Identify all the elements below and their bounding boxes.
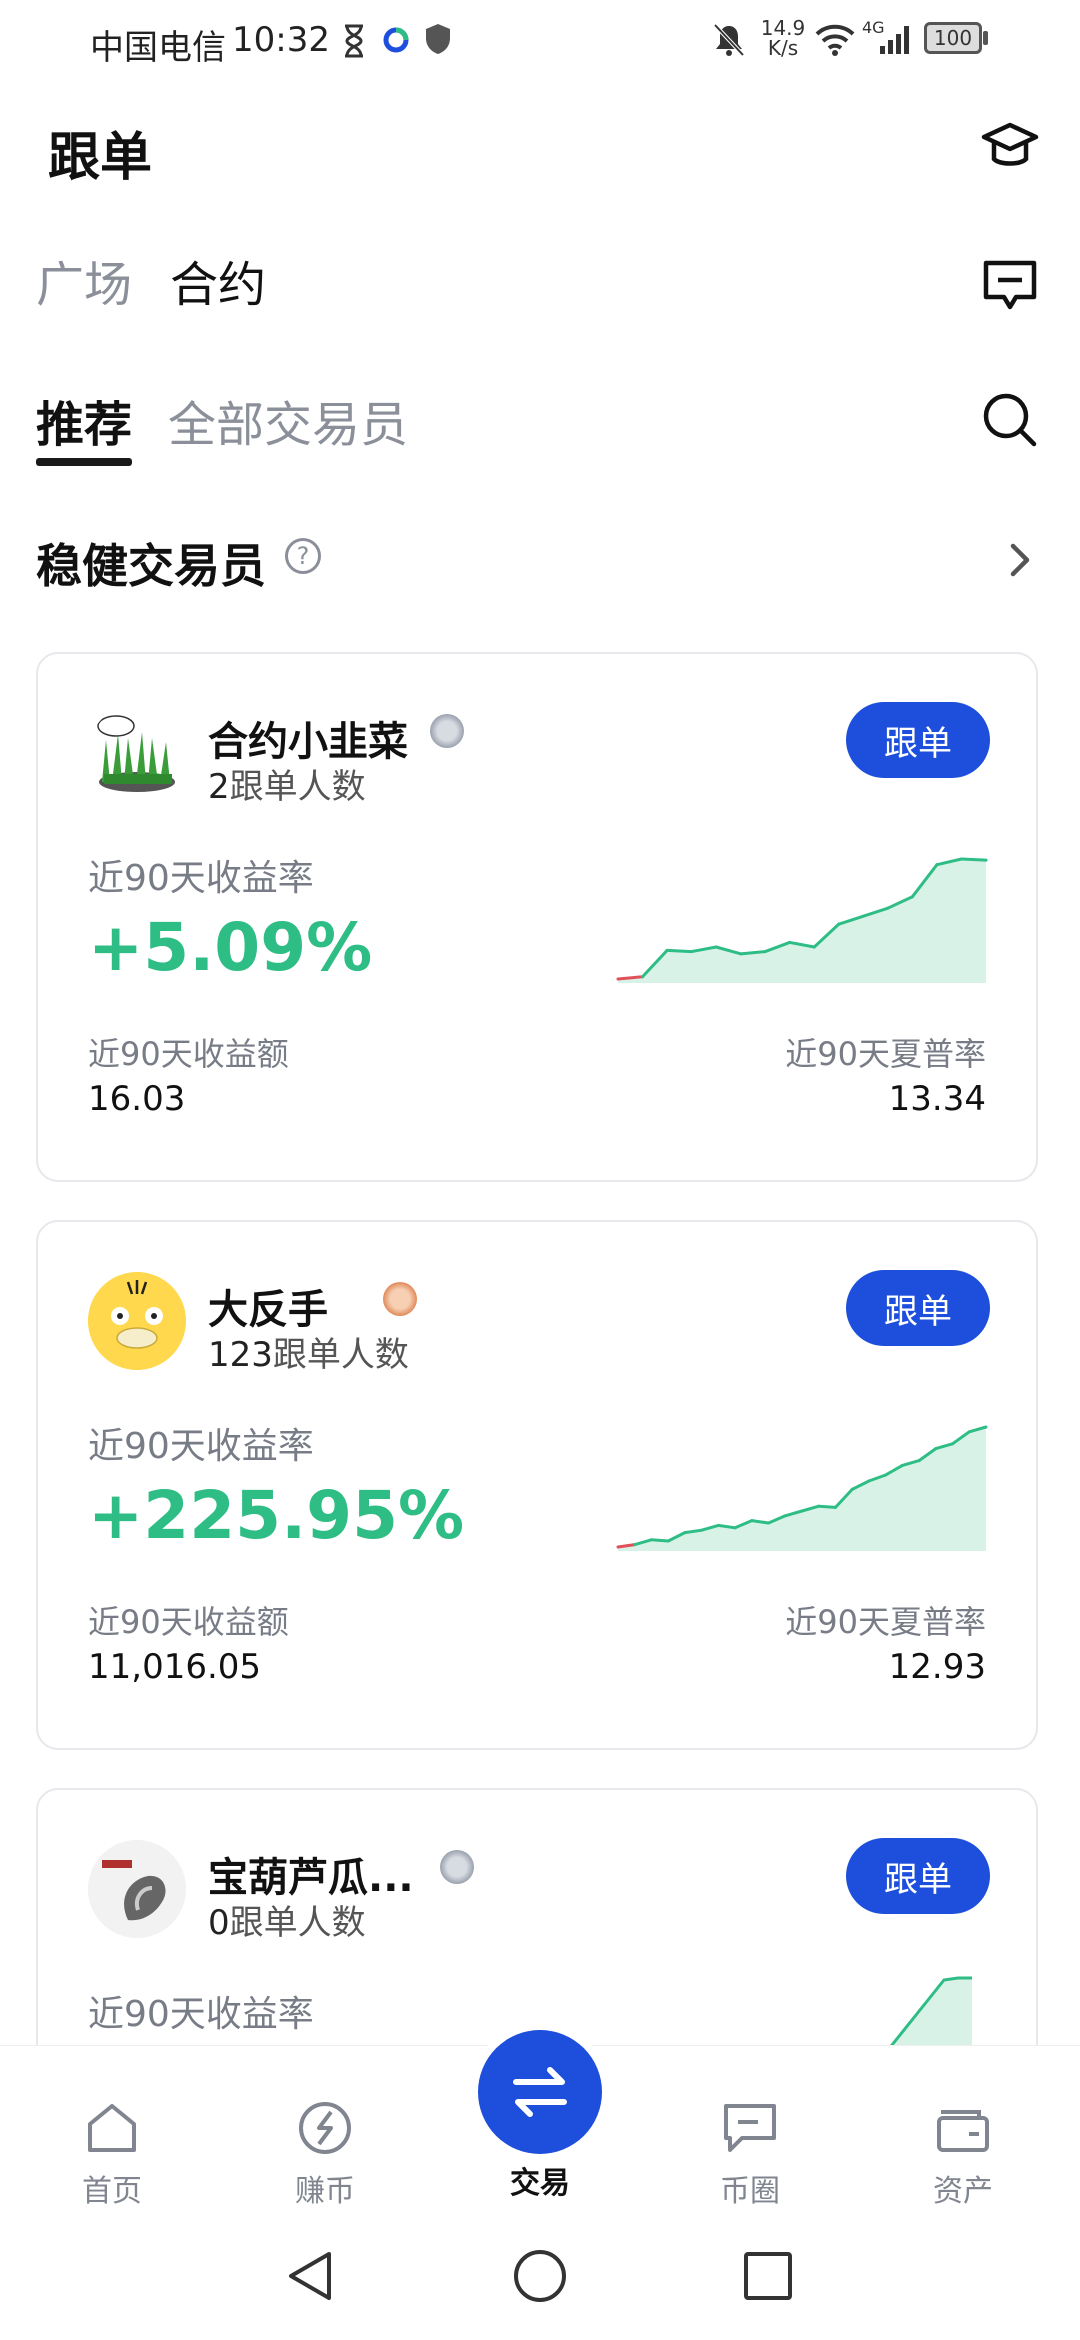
sharpe-ratio-label: 近90天夏普率	[785, 1603, 986, 1641]
sharpe-ratio-label: 近90天夏普率	[785, 1035, 986, 1073]
home-icon	[88, 2104, 136, 2152]
sparkline-segment	[817, 1504, 837, 1509]
roi-value: +5.09%	[88, 909, 373, 986]
signal-icon	[878, 22, 914, 60]
help-icon[interactable]: ?	[285, 538, 321, 574]
bottom-nav: 首页 赚币 交易 币圈 资产	[0, 2030, 1080, 2221]
chevron-right-icon[interactable]	[1005, 540, 1035, 584]
roi-sparkline	[616, 1425, 988, 1551]
shield-icon	[424, 22, 452, 60]
earn-icon	[299, 2102, 351, 2154]
sparkline-area	[618, 859, 986, 983]
silver-medal-icon	[430, 714, 464, 748]
avatar[interactable]	[88, 704, 186, 802]
net-speed: 14.9 K/s	[758, 18, 808, 58]
follow-button[interactable]: 跟单	[846, 1270, 990, 1346]
battery-tip	[983, 31, 988, 45]
community-icon	[724, 2104, 776, 2152]
follower-number: 2	[208, 767, 230, 807]
clock: 10:32	[232, 20, 330, 60]
nav-assets-label: 资产	[933, 2174, 993, 2209]
search-icon[interactable]	[980, 390, 1040, 450]
follow-button[interactable]: 跟单	[846, 1838, 990, 1914]
swap-arrows-icon	[513, 2067, 567, 2117]
bronze-medal-icon	[383, 1282, 417, 1316]
profit-amount-label: 近90天收益额	[88, 1035, 289, 1073]
roi-sparkline	[616, 857, 988, 983]
profit-amount-value: 11,016.05	[88, 1647, 262, 1687]
nav-community-label: 币圈	[720, 2174, 780, 2209]
nav-home[interactable]: 首页	[42, 2098, 182, 2210]
follower-number: 0	[208, 1903, 230, 1943]
message-icon[interactable]	[980, 255, 1040, 315]
app-indicator-icon	[382, 26, 410, 58]
status-bar: 中国电信 10:32 14.9 K/s 4G 100	[0, 0, 1080, 80]
nav-trade-label[interactable]: 交易	[470, 2158, 610, 2202]
avatar[interactable]	[88, 1840, 186, 1938]
tab-contract[interactable]: 合约	[170, 245, 266, 315]
profit-amount-label: 近90天收益额	[88, 1603, 289, 1641]
follower-suffix: 跟单人数	[229, 767, 366, 807]
battery-indicator: 100	[924, 22, 982, 54]
profit-amount-value: 16.03	[88, 1079, 186, 1119]
follower-count: 0跟单人数	[208, 1895, 366, 1944]
tab-square[interactable]: 广场	[36, 245, 132, 315]
nav-earn[interactable]: 赚币	[255, 2098, 395, 2210]
tab-all-traders[interactable]: 全部交易员	[168, 385, 408, 455]
wallet-icon	[937, 2110, 989, 2152]
sharpe-ratio-value: 12.93	[888, 1647, 986, 1687]
active-tab-indicator	[36, 458, 132, 466]
sparkline-segment	[649, 1538, 670, 1543]
roi-label: 近90天收益率	[88, 1426, 314, 1467]
system-nav-bar	[0, 2220, 1080, 2340]
follow-button[interactable]: 跟单	[846, 702, 990, 778]
follower-suffix: 跟单人数	[272, 1335, 409, 1375]
sparkline-segment	[959, 857, 988, 862]
silver-medal-icon	[440, 1850, 474, 1884]
back-icon[interactable]	[285, 2248, 335, 2308]
roi-label: 近90天收益率	[88, 1994, 314, 2035]
trader-card[interactable]: 大反手 123跟单人数 跟单 近90天收益率 +225.95% 近90天收益额 …	[36, 1220, 1038, 1750]
follower-suffix: 跟单人数	[229, 1903, 366, 1943]
page-title: 跟单	[48, 128, 153, 188]
follower-count: 123跟单人数	[208, 1327, 409, 1376]
follower-number: 123	[208, 1335, 273, 1375]
follower-count: 2跟单人数	[208, 759, 366, 808]
sparkline-segment	[665, 948, 694, 954]
sharpe-ratio-value: 13.34	[888, 1079, 986, 1119]
sparkline-area	[618, 1427, 986, 1551]
nav-assets[interactable]: 资产	[893, 2098, 1033, 2210]
mute-bell-icon	[712, 22, 746, 62]
nav-earn-label: 赚币	[295, 2174, 355, 2209]
recents-icon[interactable]	[742, 2250, 794, 2306]
nav-trade-button[interactable]	[478, 2030, 602, 2154]
carrier-label: 中国电信	[90, 28, 226, 68]
roi-label: 近90天收益率	[88, 858, 314, 899]
nav-community[interactable]: 币圈	[680, 2098, 820, 2210]
roi-value: +225.95%	[88, 1477, 465, 1554]
section-title: 稳健交易员	[36, 539, 266, 593]
avatar[interactable]	[88, 1272, 186, 1370]
home-circle-icon[interactable]	[512, 2248, 568, 2308]
net-speed-unit: K/s	[767, 36, 799, 60]
nav-home-label: 首页	[82, 2174, 142, 2209]
trader-card[interactable]: 合约小韭菜 2跟单人数 跟单 近90天收益率 +5.09% 近90天收益额 16…	[36, 652, 1038, 1182]
hourglass-icon	[342, 24, 366, 62]
wifi-icon	[815, 22, 855, 60]
graduation-cap-icon[interactable]	[980, 115, 1040, 175]
tab-recommend[interactable]: 推荐	[36, 385, 132, 455]
